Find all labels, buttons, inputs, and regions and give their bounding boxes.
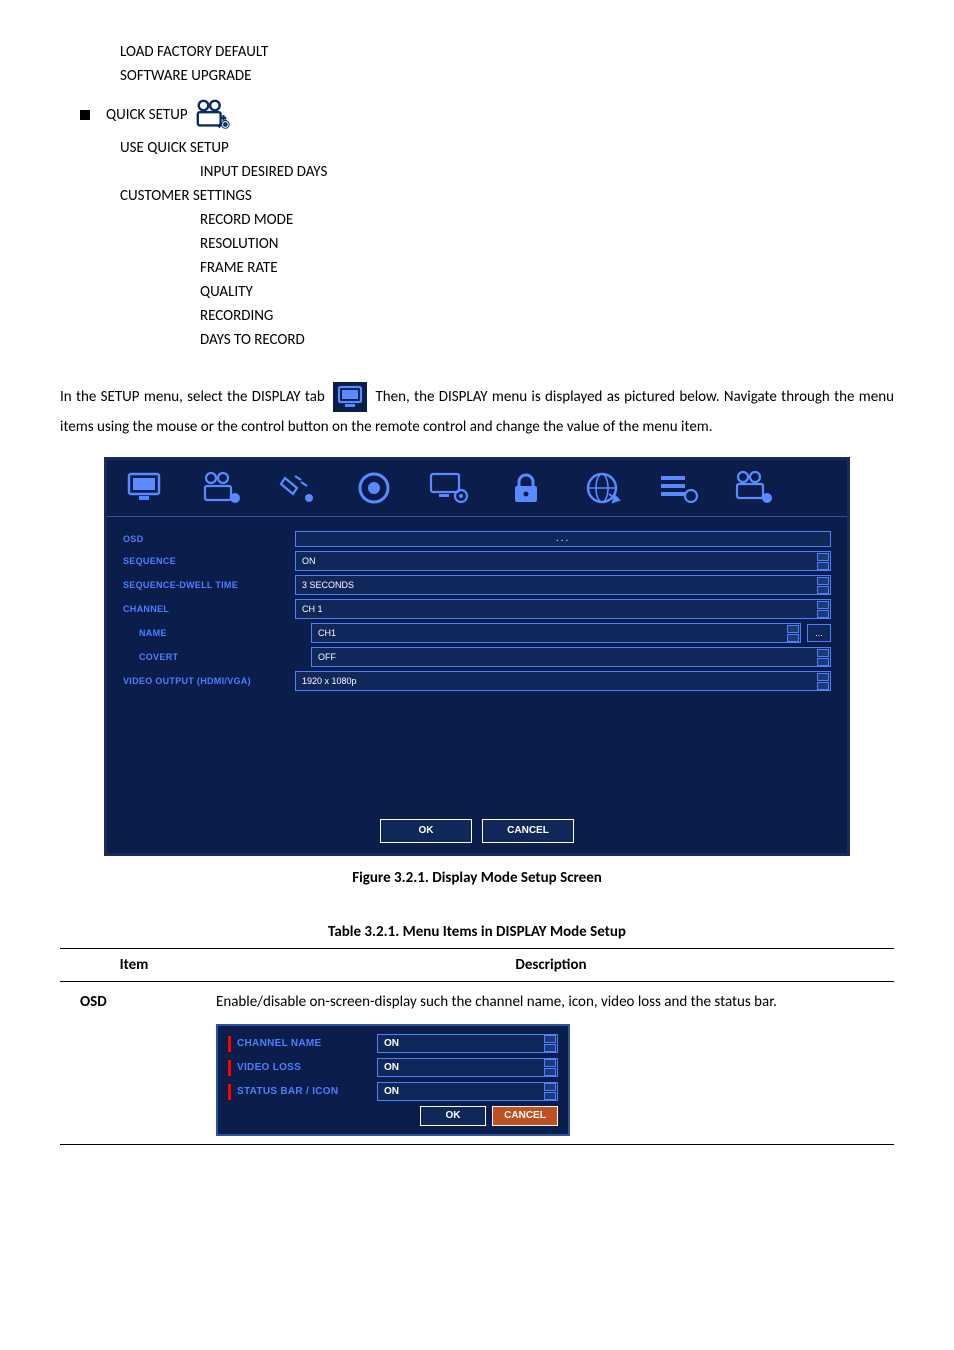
osd-cancel-button[interactable]: CANCEL <box>492 1106 558 1126</box>
spin-arrows-icon[interactable] <box>817 600 829 618</box>
spin-arrows-icon[interactable] <box>544 1035 556 1052</box>
quick-setup-label: QUICK SETUP <box>106 103 188 127</box>
form-label: NAME <box>123 626 311 640</box>
quick-setup-icon <box>194 98 232 132</box>
tree-item: FRAME RATE <box>200 256 894 280</box>
tree-item: QUALITY <box>200 280 894 304</box>
form-field[interactable]: 3 SECONDS <box>295 575 831 595</box>
display-tab-icon <box>333 382 367 412</box>
tab-display[interactable] <box>123 468 169 508</box>
th-item: Item <box>60 949 208 982</box>
para-text-a: In the SETUP menu, select the DISPLAY ta… <box>60 388 325 406</box>
spin-arrows-icon[interactable] <box>817 648 829 666</box>
tab-camera[interactable] <box>199 468 245 508</box>
form-label: VIDEO OUTPUT (HDMI/VGA) <box>123 674 295 688</box>
td-desc: Enable/disable on-screen-display such th… <box>208 982 894 1145</box>
spin-arrows-icon[interactable] <box>817 552 829 570</box>
form-row: SEQUENCEON <box>123 551 831 571</box>
spin-arrows-icon[interactable] <box>817 672 829 690</box>
tab-network[interactable] <box>579 468 625 508</box>
tree-item: RECORD MODE <box>200 208 894 232</box>
form-row: SEQUENCE-DWELL TIME3 SECONDS <box>123 575 831 595</box>
tree-item: LOAD FACTORY DEFAULT <box>120 40 894 64</box>
osd-popup-button-row: OK CANCEL <box>228 1106 558 1126</box>
form-label: COVERT <box>123 650 311 664</box>
form-row: VIDEO OUTPUT (HDMI/VGA)1920 x 1080p <box>123 671 831 691</box>
osd-popup-screenshot: CHANNEL NAMEONVIDEO LOSSONSTATUS BAR / I… <box>216 1024 570 1136</box>
form-field[interactable]: CH1 <box>311 623 801 643</box>
form-label: SEQUENCE <box>123 554 295 568</box>
ok-button[interactable]: OK <box>380 819 472 843</box>
form-field[interactable]: 1920 x 1080p <box>295 671 831 691</box>
form-field[interactable]: OFF <box>311 647 831 667</box>
quick-setup-row: QUICK SETUP <box>80 98 894 132</box>
bullet-icon <box>80 110 90 120</box>
desc-text: Enable/disable on-screen-display such th… <box>216 990 886 1014</box>
table-caption: Table 3.2.1. Menu Items in DISPLAY Mode … <box>60 920 894 944</box>
osd-popup-label: CHANNEL NAME <box>228 1036 377 1052</box>
osd-popup-label: STATUS BAR / ICON <box>228 1084 377 1100</box>
form-label: SEQUENCE-DWELL TIME <box>123 578 295 592</box>
description-table: Item Description OSD Enable/disable on-s… <box>60 948 894 1145</box>
th-desc: Description <box>208 949 894 982</box>
display-form: OSD...SEQUENCEONSEQUENCE-DWELL TIME3 SEC… <box>107 517 847 819</box>
tree-item: USE QUICK SETUP <box>120 136 894 160</box>
osd-popup-field[interactable]: ON <box>377 1034 558 1053</box>
ellipsis-button[interactable]: ... <box>807 624 831 642</box>
tab-security[interactable] <box>503 468 549 508</box>
tab-record[interactable] <box>351 468 397 508</box>
osd-popup-row: CHANNEL NAMEON <box>228 1034 558 1053</box>
tab-quick-setup[interactable] <box>731 468 777 508</box>
form-row: OSD... <box>123 531 831 547</box>
tab-config[interactable] <box>655 468 701 508</box>
osd-popup-row: STATUS BAR / ICONON <box>228 1082 558 1101</box>
form-label: OSD <box>123 532 295 546</box>
form-field[interactable]: CH 1 <box>295 599 831 619</box>
tree-item: DAYS TO RECORD <box>200 328 894 352</box>
osd-ellipsis-field[interactable]: ... <box>295 531 831 547</box>
tree-item: CUSTOMER SETTINGS <box>120 184 894 208</box>
spin-arrows-icon[interactable] <box>544 1083 556 1100</box>
tree-item: SOFTWARE UPGRADE <box>120 64 894 88</box>
spin-arrows-icon[interactable] <box>787 624 799 642</box>
spin-arrows-icon[interactable] <box>544 1059 556 1076</box>
osd-popup-field[interactable]: ON <box>377 1082 558 1101</box>
osd-popup-row: VIDEO LOSSON <box>228 1058 558 1077</box>
form-label: CHANNEL <box>123 602 295 616</box>
form-row: NAMECH1... <box>123 623 831 643</box>
tree-item: INPUT DESIRED DAYS <box>200 160 894 184</box>
form-field[interactable]: ON <box>295 551 831 571</box>
osd-popup-label: VIDEO LOSS <box>228 1060 377 1076</box>
osd-popup-field[interactable]: ON <box>377 1058 558 1077</box>
form-row: CHANNELCH 1 <box>123 599 831 619</box>
tree-item: RECORDING <box>200 304 894 328</box>
cancel-button[interactable]: CANCEL <box>482 819 574 843</box>
intro-paragraph: In the SETUP menu, select the DISPLAY ta… <box>60 382 894 442</box>
osd-ok-button[interactable]: OK <box>420 1106 486 1126</box>
tab-bar <box>107 460 847 517</box>
tree-item: RESOLUTION <box>200 232 894 256</box>
display-setup-screenshot: OSD...SEQUENCEONSEQUENCE-DWELL TIME3 SEC… <box>104 457 850 856</box>
tab-display-config[interactable] <box>427 468 473 508</box>
td-item: OSD <box>60 982 208 1145</box>
tab-device[interactable] <box>275 468 321 508</box>
figure-caption: Figure 3.2.1. Display Mode Setup Screen <box>60 866 894 890</box>
form-row: COVERTOFF <box>123 647 831 667</box>
dialog-button-row: OK CANCEL <box>107 819 847 853</box>
spin-arrows-icon[interactable] <box>817 576 829 594</box>
